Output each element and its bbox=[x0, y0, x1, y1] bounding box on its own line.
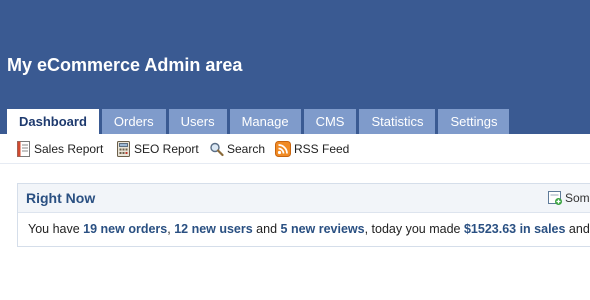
sales-total-link[interactable]: $1523.63 in sales bbox=[464, 222, 565, 236]
sales-report-link[interactable]: Sales Report bbox=[16, 141, 103, 157]
tab-cms[interactable]: CMS bbox=[303, 109, 357, 134]
sales-report-label: Sales Report bbox=[34, 142, 104, 156]
app-title: My eCommerce Admin area bbox=[7, 55, 243, 75]
summary-middle: , today you made bbox=[364, 222, 464, 236]
panel-title: Right Now bbox=[26, 190, 96, 206]
search-link[interactable]: Search bbox=[209, 141, 265, 157]
summary-text: You have 19 new orders, 12 new users and… bbox=[28, 222, 590, 236]
magnifier-icon bbox=[210, 142, 224, 157]
rss-feed-label: RSS Feed bbox=[294, 142, 350, 156]
panel-action-label: Som bbox=[565, 191, 590, 205]
right-now-panel: Right Now Som You have 19 new orders, 12… bbox=[17, 183, 590, 247]
sub-navigation: Sales Report SEO Report Search RSS Feed bbox=[0, 134, 590, 164]
search-label: Search bbox=[227, 142, 266, 156]
tab-settings[interactable]: Settings bbox=[438, 109, 510, 134]
header-bar: My eCommerce Admin area Dashboard Orders… bbox=[0, 0, 590, 134]
report-icon bbox=[17, 141, 30, 157]
new-reviews-link[interactable]: 5 new reviews bbox=[281, 222, 365, 236]
add-page-icon bbox=[548, 191, 562, 205]
summary-prefix: You have bbox=[28, 222, 84, 236]
new-orders-link[interactable]: 19 new orders bbox=[83, 222, 167, 236]
panel-header: Right Now Som bbox=[18, 184, 590, 213]
seo-report-link[interactable]: SEO Report bbox=[116, 141, 199, 157]
tab-statistics[interactable]: Statistics bbox=[359, 109, 436, 134]
seo-report-label: SEO Report bbox=[134, 142, 199, 156]
rss-feed-link[interactable]: RSS Feed bbox=[275, 141, 349, 157]
summary-suffix: and a t bbox=[568, 222, 590, 236]
summary-sep-2: and bbox=[252, 222, 281, 236]
tab-users[interactable]: Users bbox=[168, 109, 227, 134]
calculator-icon bbox=[117, 141, 130, 157]
tab-orders[interactable]: Orders bbox=[101, 109, 166, 134]
panel-action-link[interactable]: Som bbox=[547, 190, 590, 206]
new-users-link[interactable]: 12 new users bbox=[174, 222, 253, 236]
rss-icon bbox=[275, 141, 291, 157]
tab-manage[interactable]: Manage bbox=[229, 109, 301, 134]
tab-dashboard[interactable]: Dashboard bbox=[7, 109, 99, 134]
main-tabs: Dashboard Orders Users Manage CMS Statis… bbox=[7, 109, 512, 134]
